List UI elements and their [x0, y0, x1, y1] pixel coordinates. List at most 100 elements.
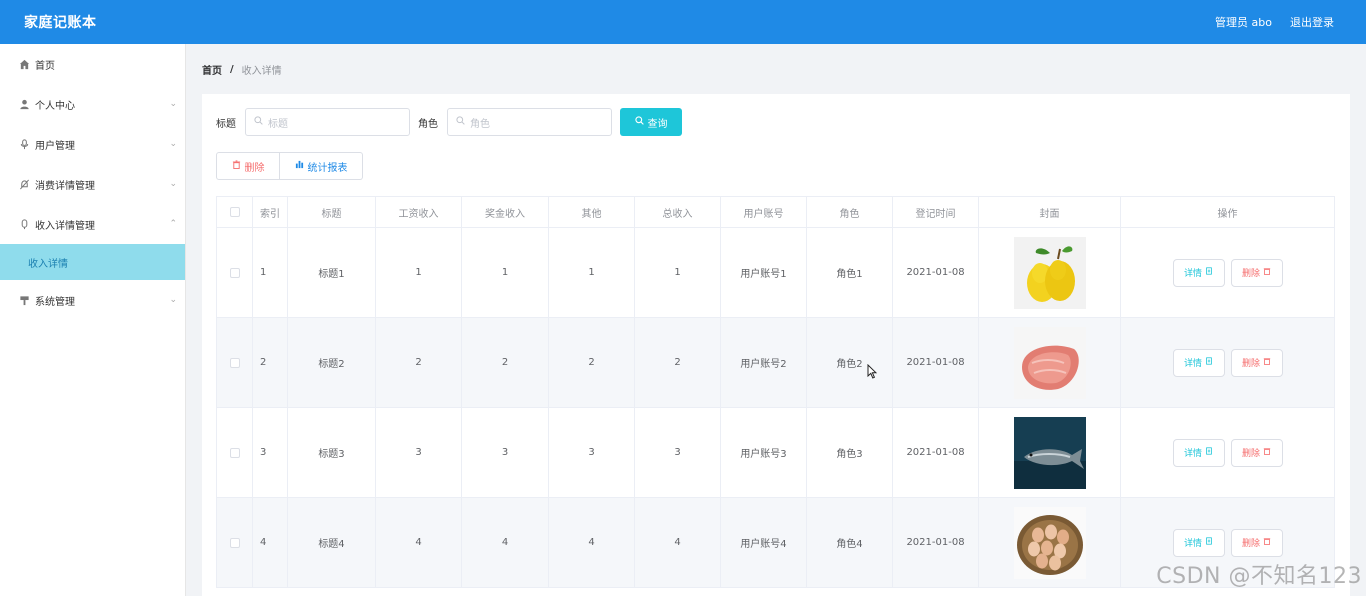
cell-index: 2 — [253, 318, 288, 407]
cell-index: 1 — [253, 228, 288, 317]
cover-image-pears — [1013, 236, 1086, 309]
cell-cover — [979, 228, 1121, 317]
cell-other: 2 — [549, 318, 635, 407]
document-icon — [1205, 357, 1213, 368]
header-other: 其他 — [549, 197, 635, 227]
bulk-delete-button[interactable]: 删除 — [216, 152, 280, 180]
income-table: 索引 标题 工资收入 奖金收入 其他 总收入 用户账号 角色 登记时间 封面 操… — [216, 196, 1335, 588]
header-date: 登记时间 — [893, 197, 979, 227]
header-account: 用户账号 — [721, 197, 807, 227]
cell-role: 角色4 — [807, 498, 893, 587]
detail-button-label: 详情 — [1183, 269, 1202, 279]
document-icon — [1205, 447, 1213, 458]
detail-button[interactable]: 详情 — [1172, 258, 1225, 287]
bulk-actions: 删除 统计报表 — [216, 152, 363, 180]
title-search-label: 标题 — [216, 118, 236, 130]
table-row: 3 标题3 3 3 3 3 用户账号3 角色3 2021-01-08 详情 删除 — [217, 408, 1334, 498]
delete-button-label: 删除 — [1241, 449, 1260, 459]
cover-image-fish — [1013, 416, 1086, 489]
cell-index: 4 — [253, 498, 288, 587]
user-icon — [18, 98, 30, 110]
chevron-down-icon: ⌄ — [169, 295, 177, 305]
title-search-input[interactable]: 标题 — [245, 108, 410, 136]
delete-button[interactable]: 删除 — [1230, 258, 1283, 287]
header-cover: 封面 — [979, 197, 1121, 227]
trash-icon — [1263, 267, 1271, 278]
sidebar-item-personal-center[interactable]: 个人中心 ⌄ — [0, 84, 185, 124]
detail-button[interactable]: 详情 — [1172, 528, 1225, 557]
query-button[interactable]: 查询 — [620, 108, 682, 136]
cell-operations: 详情 删除 — [1121, 318, 1334, 407]
cell-cover — [979, 498, 1121, 587]
breadcrumb-separator: / — [230, 64, 234, 75]
table-row: 1 标题1 1 1 1 1 用户账号1 角色1 2021-01-08 详情 删除 — [217, 228, 1334, 318]
content-panel: 标题 标题 角色 角色 查询 删除 统计报表 索引 标题 工资收入 奖金收入 其… — [202, 94, 1350, 596]
cell-bonus: 3 — [462, 408, 549, 497]
sidebar-item-income-management[interactable]: 收入详情管理 ⌃ — [0, 204, 185, 244]
trash-icon — [1263, 447, 1271, 458]
cell-wage: 1 — [376, 228, 462, 317]
search-form: 标题 标题 角色 角色 查询 — [216, 108, 682, 136]
table-row: 2 标题2 2 2 2 2 用户账号2 角色2 2021-01-08 详情 删除 — [217, 318, 1334, 408]
cell-role: 角色3 — [807, 408, 893, 497]
row-checkbox[interactable] — [229, 537, 240, 548]
stand-icon — [18, 294, 30, 306]
header-wage: 工资收入 — [376, 197, 462, 227]
cell-date: 2021-01-08 — [893, 408, 979, 497]
row-select-cell — [217, 318, 253, 407]
role-search-placeholder: 角色 — [470, 118, 490, 130]
delete-button[interactable]: 删除 — [1230, 348, 1283, 377]
microphone-icon — [18, 138, 30, 150]
sidebar-item-expense-management[interactable]: 消费详情管理 ⌄ — [0, 164, 185, 204]
top-navbar: 家庭记账本 管理员 abo 退出登录 — [0, 0, 1366, 44]
detail-button-label: 详情 — [1183, 539, 1202, 549]
delete-button-label: 删除 — [1241, 539, 1260, 549]
cell-bonus: 2 — [462, 318, 549, 407]
row-select-cell — [217, 498, 253, 587]
mouse-cursor-icon — [867, 363, 878, 382]
breadcrumb: 首页 / 收入详情 — [202, 62, 282, 77]
stats-report-label: 统计报表 — [307, 162, 348, 174]
delete-button[interactable]: 删除 — [1230, 528, 1283, 557]
breadcrumb-current: 收入详情 — [241, 66, 282, 77]
select-all-cell — [217, 197, 253, 227]
row-checkbox[interactable] — [229, 267, 240, 278]
detail-button-label: 详情 — [1183, 359, 1202, 369]
bar-chart-icon — [295, 160, 304, 172]
cell-title: 标题1 — [288, 228, 376, 317]
search-icon — [254, 116, 263, 128]
row-checkbox[interactable] — [229, 447, 240, 458]
chevron-up-icon: ⌃ — [169, 219, 177, 229]
select-all-checkbox[interactable] — [229, 207, 240, 217]
detail-button[interactable]: 详情 — [1172, 438, 1225, 467]
breadcrumb-home[interactable]: 首页 — [202, 62, 222, 77]
row-select-cell — [217, 228, 253, 317]
admin-user-label[interactable]: 管理员 abo — [1215, 14, 1272, 30]
row-select-cell — [217, 408, 253, 497]
trash-icon — [232, 160, 241, 172]
cell-total: 4 — [635, 498, 721, 587]
role-search-input[interactable]: 角色 — [447, 108, 612, 136]
row-checkbox[interactable] — [229, 357, 240, 368]
sidebar-item-user-management[interactable]: 用户管理 ⌄ — [0, 124, 185, 164]
cell-date: 2021-01-08 — [893, 498, 979, 587]
stats-report-button[interactable]: 统计报表 — [280, 152, 363, 180]
detail-button-label: 详情 — [1183, 449, 1202, 459]
sidebar-item-label: 消费详情管理 — [35, 180, 95, 192]
table-header-row: 索引 标题 工资收入 奖金收入 其他 总收入 用户账号 角色 登记时间 封面 操… — [217, 197, 1334, 228]
cell-date: 2021-01-08 — [893, 228, 979, 317]
cell-account: 用户账号4 — [721, 498, 807, 587]
cell-role: 角色1 — [807, 228, 893, 317]
sidebar-item-system-management[interactable]: 系统管理 ⌄ — [0, 280, 185, 320]
logout-link[interactable]: 退出登录 — [1290, 14, 1334, 30]
mic-icon — [18, 218, 30, 230]
cell-other: 1 — [549, 228, 635, 317]
header-bonus: 奖金收入 — [462, 197, 549, 227]
cell-wage: 3 — [376, 408, 462, 497]
delete-button[interactable]: 删除 — [1230, 438, 1283, 467]
watermark: CSDN @不知名123 — [1156, 564, 1362, 589]
sidebar-item-home[interactable]: 首页 — [0, 44, 185, 84]
sidebar-subitem-income-details[interactable]: 收入详情 — [0, 244, 185, 280]
detail-button[interactable]: 详情 — [1172, 348, 1225, 377]
chevron-down-icon: ⌄ — [169, 179, 177, 189]
